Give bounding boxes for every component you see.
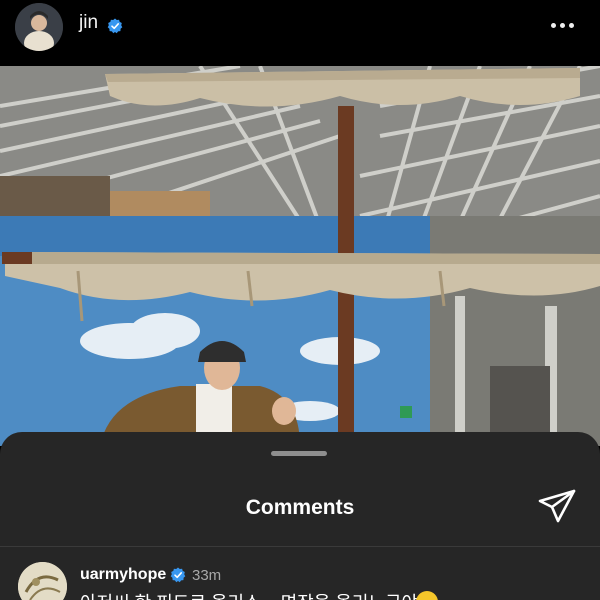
paper-plane-icon[interactable] — [537, 489, 577, 525]
comments-title: Comments — [245, 496, 355, 519]
comment-username[interactable]: uarmyhope — [80, 566, 166, 584]
commenter-avatar[interactable] — [18, 562, 67, 600]
comment-time: 33m — [192, 567, 222, 584]
sheet-divider — [0, 546, 600, 547]
verified-badge-icon — [170, 567, 186, 583]
comment-text: 아저씨 한 피드로 올리소 .. 면장을 올리느구야 .. — [80, 589, 433, 600]
comments-sheet: Comments uarmyhope 33m 아저씨 한 피드로 올리소 .. … — [0, 432, 600, 600]
profile-avatar[interactable] — [15, 3, 63, 51]
post-photo[interactable] — [0, 66, 600, 446]
post-header: jin — [0, 0, 600, 66]
verified-badge-icon — [107, 18, 123, 34]
sheet-drag-handle[interactable] — [271, 451, 327, 456]
profile-username[interactable]: jin — [79, 12, 98, 34]
more-options-icon[interactable] — [551, 18, 581, 34]
grinning-emoji-icon — [416, 591, 438, 600]
